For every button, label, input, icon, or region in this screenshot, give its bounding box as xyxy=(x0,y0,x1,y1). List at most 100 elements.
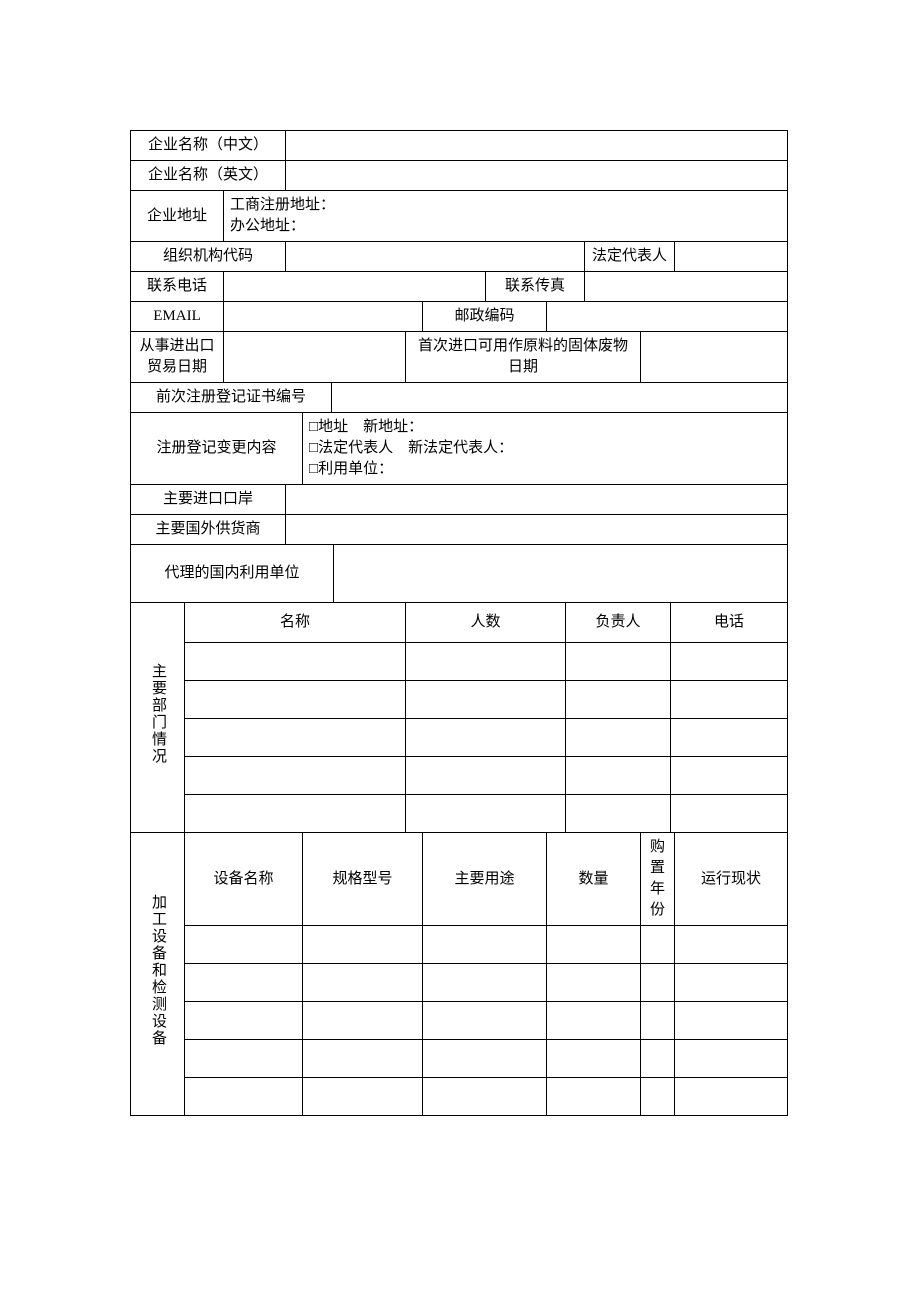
dept-cell[interactable] xyxy=(406,681,566,719)
equip-cell[interactable] xyxy=(423,1002,547,1040)
dept-cell[interactable] xyxy=(185,719,406,757)
label-first-import-date: 首次进口可用作原料的固体废物日期 xyxy=(406,332,641,383)
field-phone[interactable] xyxy=(224,272,486,302)
equip-cell[interactable] xyxy=(675,1002,788,1040)
equip-cell[interactable] xyxy=(641,964,675,1002)
equip-cell[interactable] xyxy=(675,926,788,964)
equip-cell[interactable] xyxy=(185,926,303,964)
equip-cell[interactable] xyxy=(423,926,547,964)
dept-cell[interactable] xyxy=(185,757,406,795)
field-company-name-en[interactable] xyxy=(286,161,788,191)
checkbox-unit[interactable]: □利用单位： xyxy=(309,461,393,477)
equip-cell[interactable] xyxy=(641,1078,675,1116)
equip-cell[interactable] xyxy=(641,1040,675,1078)
field-address[interactable]: 工商注册地址： 办公地址： xyxy=(224,191,788,242)
equip-header-year: 购置年份 xyxy=(641,833,675,926)
label-fax: 联系传真 xyxy=(486,272,585,302)
dept-header-count: 人数 xyxy=(406,603,566,643)
label-office-addr: 办公地址： xyxy=(230,218,305,234)
field-agent-unit[interactable] xyxy=(334,545,788,603)
equip-header-model: 规格型号 xyxy=(303,833,423,926)
field-main-supplier[interactable] xyxy=(286,515,788,545)
checkbox-legal[interactable]: □法定代表人 新法定代表人： xyxy=(309,440,513,456)
equip-cell[interactable] xyxy=(423,964,547,1002)
dept-cell[interactable] xyxy=(566,795,671,833)
equip-cell[interactable] xyxy=(547,926,641,964)
form-table: 企业名称（中文） 企业名称（英文） 企业地址 工商注册地址： 办公地址： 组织机… xyxy=(130,130,788,1116)
label-company-name-en: 企业名称（英文） xyxy=(131,161,286,191)
equip-header-status: 运行现状 xyxy=(675,833,788,926)
dept-cell[interactable] xyxy=(185,681,406,719)
equip-cell[interactable] xyxy=(423,1078,547,1116)
label-prev-cert-no: 前次注册登记证书编号 xyxy=(131,383,332,413)
dept-header-name: 名称 xyxy=(185,603,406,643)
dept-cell[interactable] xyxy=(406,795,566,833)
dept-cell[interactable] xyxy=(566,643,671,681)
field-first-import-date[interactable] xyxy=(641,332,788,383)
equip-header-qty: 数量 xyxy=(547,833,641,926)
label-change-content: 注册登记变更内容 xyxy=(131,413,303,485)
label-main-supplier: 主要国外供货商 xyxy=(131,515,286,545)
equip-cell[interactable] xyxy=(185,964,303,1002)
equip-cell[interactable] xyxy=(303,964,423,1002)
dept-cell[interactable] xyxy=(185,795,406,833)
equip-cell[interactable] xyxy=(303,1002,423,1040)
label-company-name-cn: 企业名称（中文） xyxy=(131,131,286,161)
dept-cell[interactable] xyxy=(566,719,671,757)
label-org-code: 组织机构代码 xyxy=(131,242,286,272)
field-prev-cert-no[interactable] xyxy=(332,383,788,413)
dept-cell[interactable] xyxy=(406,643,566,681)
label-email: EMAIL xyxy=(131,302,224,332)
field-org-code[interactable] xyxy=(286,242,585,272)
label-phone: 联系电话 xyxy=(131,272,224,302)
equip-cell[interactable] xyxy=(547,1040,641,1078)
dept-cell[interactable] xyxy=(671,795,788,833)
dept-header-lead: 负责人 xyxy=(566,603,671,643)
dept-cell[interactable] xyxy=(406,719,566,757)
field-company-name-cn[interactable] xyxy=(286,131,788,161)
field-main-port[interactable] xyxy=(286,485,788,515)
label-business-reg-addr: 工商注册地址： xyxy=(230,197,335,213)
label-company-address: 企业地址 xyxy=(131,191,224,242)
dept-cell[interactable] xyxy=(671,643,788,681)
equip-cell[interactable] xyxy=(185,1040,303,1078)
equip-cell[interactable] xyxy=(675,1078,788,1116)
equip-header-name: 设备名称 xyxy=(185,833,303,926)
field-legal-rep[interactable] xyxy=(675,242,788,272)
dept-cell[interactable] xyxy=(566,757,671,795)
equip-cell[interactable] xyxy=(303,1078,423,1116)
dept-cell[interactable] xyxy=(671,681,788,719)
equip-cell[interactable] xyxy=(303,926,423,964)
equip-cell[interactable] xyxy=(547,964,641,1002)
equip-cell[interactable] xyxy=(185,1002,303,1040)
dept-header-phone: 电话 xyxy=(671,603,788,643)
dept-cell[interactable] xyxy=(406,757,566,795)
label-legal-rep: 法定代表人 xyxy=(585,242,675,272)
dept-cell[interactable] xyxy=(566,681,671,719)
checkbox-addr[interactable]: □地址 新地址： xyxy=(309,419,423,435)
equip-cell[interactable] xyxy=(675,964,788,1002)
equip-cell[interactable] xyxy=(423,1040,547,1078)
field-import-export-date[interactable] xyxy=(224,332,406,383)
field-fax[interactable] xyxy=(585,272,788,302)
label-import-export-date: 从事进出口贸易日期 xyxy=(131,332,224,383)
equip-header-use: 主要用途 xyxy=(423,833,547,926)
equip-cell[interactable] xyxy=(547,1078,641,1116)
label-postal: 邮政编码 xyxy=(423,302,547,332)
equip-cell[interactable] xyxy=(675,1040,788,1078)
equip-cell[interactable] xyxy=(547,1002,641,1040)
field-postal[interactable] xyxy=(547,302,788,332)
dept-cell[interactable] xyxy=(185,643,406,681)
field-email[interactable] xyxy=(224,302,423,332)
equip-cell[interactable] xyxy=(303,1040,423,1078)
equip-cell[interactable] xyxy=(185,1078,303,1116)
label-dept-section: 主要部门情况 xyxy=(131,603,185,833)
field-change-content[interactable]: □地址 新地址： □法定代表人 新法定代表人： □利用单位： xyxy=(303,413,788,485)
label-equip-section: 加工设备和检测设备 xyxy=(131,833,185,1116)
label-agent-unit: 代理的国内利用单位 xyxy=(131,545,334,603)
dept-cell[interactable] xyxy=(671,719,788,757)
equip-cell[interactable] xyxy=(641,1002,675,1040)
label-main-port: 主要进口口岸 xyxy=(131,485,286,515)
dept-cell[interactable] xyxy=(671,757,788,795)
equip-cell[interactable] xyxy=(641,926,675,964)
